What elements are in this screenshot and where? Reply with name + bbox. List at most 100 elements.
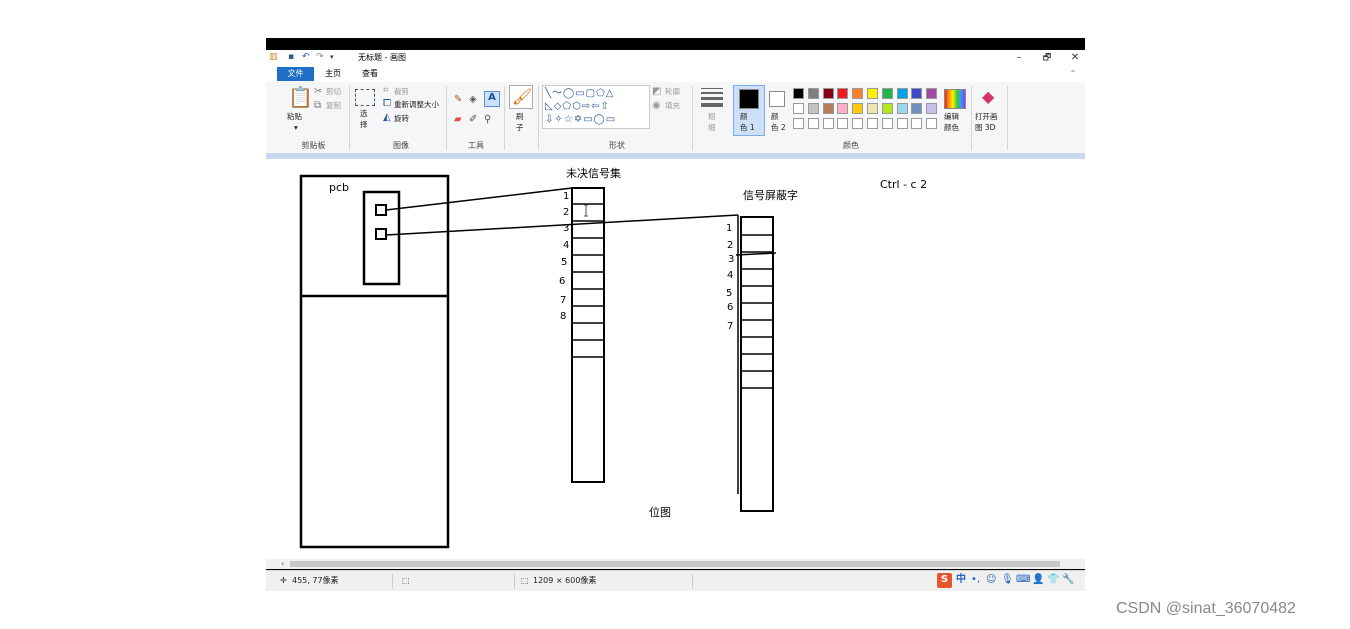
horizontal-scrollbar[interactable]: ‹ — [266, 559, 1085, 569]
color-swatch[interactable] — [896, 103, 908, 114]
empty-color-slot[interactable] — [896, 118, 908, 129]
csdn-watermark: CSDN @sinat_36070482 — [1116, 600, 1296, 617]
text-tool-icon[interactable]: A — [484, 91, 500, 107]
image-group-label: 图像 — [393, 141, 409, 150]
ctrl-c-note: Ctrl - c 2 — [880, 178, 928, 191]
tab-home[interactable]: 主页 — [322, 67, 344, 81]
empty-color-slot[interactable] — [852, 118, 864, 129]
outline-button[interactable]: 轮廓 — [665, 87, 680, 97]
pencil-icon[interactable]: ✎ — [454, 94, 462, 106]
minimize-button[interactable]: – — [1005, 50, 1033, 66]
cursor-position-icon: ✛ — [280, 576, 287, 585]
color-swatch[interactable] — [822, 103, 834, 114]
brush-icon[interactable]: 🖌 — [509, 85, 533, 109]
select-icon[interactable] — [355, 89, 375, 106]
color-swatch[interactable] — [837, 103, 849, 114]
punctuation-icon[interactable]: •, — [971, 573, 980, 587]
pcb-label: pcb — [329, 181, 350, 194]
paste-dropdown-icon[interactable]: ▾ — [294, 123, 298, 133]
paint3d-icon[interactable]: ◆ — [982, 87, 994, 107]
scroll-left-icon[interactable]: ‹ — [281, 559, 284, 569]
size-line-medium — [701, 92, 723, 94]
magnifier-icon[interactable]: ⚲ — [484, 114, 491, 126]
empty-color-slot[interactable] — [911, 118, 923, 129]
empty-color-slot[interactable] — [926, 118, 938, 129]
brushes-button[interactable]: 刷 子 — [516, 111, 524, 133]
tab-file[interactable]: 文件 — [277, 67, 314, 81]
empty-color-slot[interactable] — [793, 118, 804, 129]
shapes-row-3[interactable]: ⇩✧☆✡▭◯▭ — [545, 113, 616, 126]
select-button[interactable]: 选 择 — [360, 108, 368, 130]
ribbon-separator — [1007, 86, 1008, 150]
color-swatch[interactable] — [911, 103, 923, 114]
maximize-button[interactable]: 🗗 — [1033, 50, 1061, 66]
open-paint3d-button[interactable]: 打开画 图 3D — [975, 111, 998, 133]
skin-icon[interactable]: 👕 — [1047, 573, 1059, 587]
eraser-icon[interactable]: ▰ — [454, 114, 462, 126]
empty-color-slot[interactable] — [867, 118, 878, 129]
color-swatch[interactable] — [926, 103, 938, 114]
ime-mode-icon[interactable]: 中 — [956, 573, 966, 587]
color-swatch[interactable] — [807, 103, 819, 114]
shapes-gallery[interactable]: ╲〜◯▭▢⬠△ ◺◇⬠⬡⇨⇦⇧ ⇩✧☆✡▭◯▭ — [542, 85, 650, 129]
color-swatch[interactable] — [881, 103, 893, 114]
status-separator — [692, 574, 693, 589]
color-swatch[interactable] — [822, 88, 834, 99]
empty-color-slot[interactable] — [807, 118, 819, 129]
save-icon[interactable]: ▪ — [288, 51, 294, 64]
color-picker-icon[interactable]: ✐ — [469, 114, 477, 126]
color-swatch[interactable] — [793, 103, 804, 114]
microphone-icon[interactable]: 🎙 — [1001, 573, 1014, 587]
settings-wrench-icon[interactable]: 🔧 — [1062, 573, 1074, 587]
edit-colors-button[interactable]: 编辑 颜色 — [944, 111, 959, 133]
color-swatch[interactable] — [881, 88, 893, 99]
empty-color-slot[interactable] — [822, 118, 834, 129]
shapes-row-2[interactable]: ◺◇⬠⬡⇨⇦⇧ — [545, 100, 610, 113]
ribbon-tabs: 文件 主页 查看 ⌃ — [266, 66, 1085, 82]
color-swatch[interactable] — [896, 88, 908, 99]
tools-group-label: 工具 — [468, 141, 484, 150]
color-swatch[interactable] — [926, 88, 938, 99]
redo-icon[interactable]: ↷ — [316, 51, 324, 64]
user-icon[interactable]: 👤 — [1032, 573, 1044, 587]
paste-button[interactable]: 粘贴 — [287, 112, 302, 122]
color-swatch[interactable] — [867, 103, 878, 114]
color-swatch[interactable] — [852, 103, 864, 114]
text-cursor-icon — [584, 204, 588, 217]
rotate-button[interactable]: 旋转 — [394, 114, 409, 124]
color-swatch[interactable] — [793, 88, 804, 99]
empty-color-slot[interactable] — [837, 118, 849, 129]
close-button[interactable]: ✕ — [1061, 50, 1085, 66]
cut-button[interactable]: 剪切 — [326, 87, 341, 97]
size-icon[interactable] — [701, 88, 723, 107]
color-swatch[interactable] — [837, 88, 849, 99]
fill-bucket-icon[interactable]: ◈ — [469, 94, 477, 106]
drawing-canvas[interactable]: pcb 未决信号集 信号屏蔽字 Ctrl - c 2 位图 1 2 3 4 5 … — [266, 159, 1085, 561]
emoji-icon[interactable]: ☺ — [986, 573, 996, 587]
customize-quick-access-icon[interactable]: ▾ — [330, 51, 334, 64]
tab-view[interactable]: 查看 — [359, 67, 381, 81]
keyboard-icon[interactable]: ⌨ — [1016, 573, 1030, 587]
resize-button[interactable]: 重新调整大小 — [394, 100, 439, 110]
color2-swatch[interactable] — [769, 91, 785, 107]
copy-button[interactable]: 复制 — [326, 101, 341, 111]
paste-icon[interactable]: 📋 — [288, 86, 313, 108]
fill-button[interactable]: 填充 — [665, 101, 680, 111]
pending-number: 6 — [559, 276, 566, 287]
color-swatch[interactable] — [807, 88, 819, 99]
sogou-ime-icon[interactable]: S — [937, 573, 952, 588]
pending-cells — [572, 203, 604, 358]
collapse-ribbon-icon[interactable]: ⌃ — [1066, 67, 1080, 81]
color-swatch[interactable] — [867, 88, 878, 99]
edit-colors-icon[interactable] — [944, 89, 966, 109]
crop-button[interactable]: 裁剪 — [394, 87, 409, 97]
shapes-row-1[interactable]: ╲〜◯▭▢⬠△ — [545, 87, 615, 100]
color-swatch[interactable] — [852, 88, 864, 99]
undo-icon[interactable]: ↶ — [302, 51, 310, 64]
color-swatch[interactable] — [911, 88, 923, 99]
size-button[interactable]: 粗 细 — [708, 111, 716, 133]
pending-number: 7 — [560, 295, 567, 306]
scrollbar-thumb[interactable] — [290, 561, 1060, 567]
empty-color-slot[interactable] — [881, 118, 893, 129]
color2-label[interactable]: 颜 色 2 — [771, 111, 786, 133]
